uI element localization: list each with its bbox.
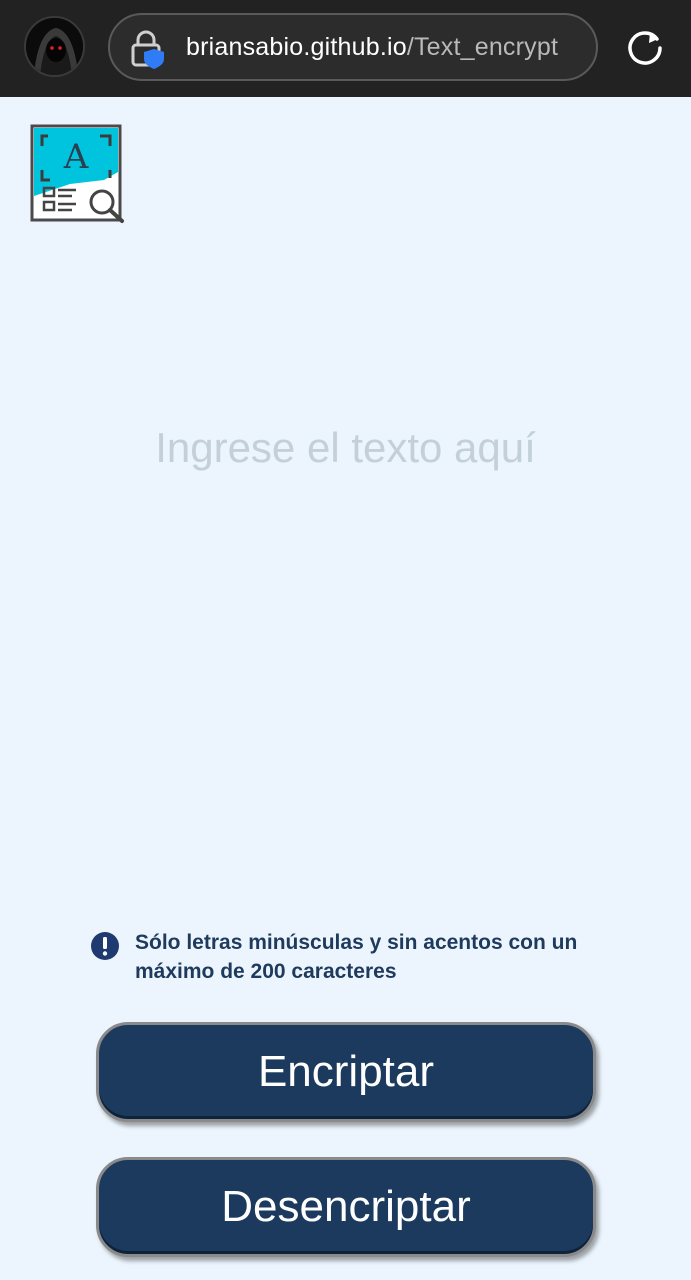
url-path: /Text_encrypt [406, 33, 559, 61]
url-host: briansabio.github.io [186, 33, 407, 61]
text-scan-search-icon: A [30, 124, 124, 223]
svg-text:A: A [63, 137, 89, 177]
text-input[interactable] [40, 300, 651, 860]
info-note: Sólo letras minúsculas y sin acentos con… [90, 928, 650, 988]
address-bar[interactable]: briansabio.github.io/Text_encrypt [108, 13, 598, 81]
exclamation-circle-icon [91, 932, 119, 960]
url-text[interactable]: briansabio.github.io/Text_encrypt [186, 15, 596, 79]
profile-avatar[interactable] [24, 16, 85, 77]
lock-shield-icon[interactable] [130, 29, 166, 69]
browser-toolbar: briansabio.github.io/Text_encrypt [0, 0, 691, 97]
hooded-figure-avatar-icon [26, 18, 83, 75]
decrypt-button[interactable]: Desencriptar [96, 1157, 596, 1257]
encrypt-button[interactable]: Encriptar [96, 1022, 596, 1122]
info-text: Sólo letras minúsculas y sin acentos con… [135, 931, 578, 983]
encrypt-button-label: Encriptar [257, 1047, 435, 1096]
decrypt-button-label: Desencriptar [221, 1182, 471, 1231]
reload-icon[interactable] [624, 27, 666, 69]
